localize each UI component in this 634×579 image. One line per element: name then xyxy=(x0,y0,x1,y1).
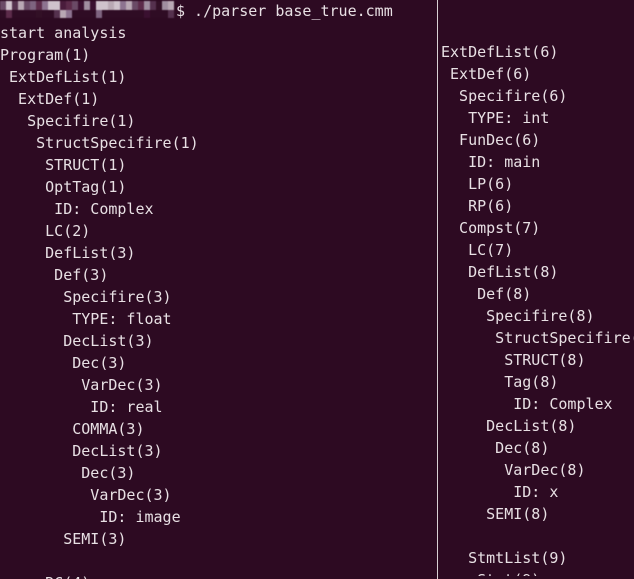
shell-prompt-row: $ ./parser base_true.cmm xyxy=(0,0,437,22)
output-line: ExtDef(1) xyxy=(0,90,100,108)
output-line: Tag(8) xyxy=(441,373,559,391)
output-line: Specifire(3) xyxy=(0,288,172,306)
output-line: Program(1) xyxy=(0,46,91,64)
output-line: DecList(3) xyxy=(0,332,154,350)
shell-command-text: $ ./parser base_true.cmm xyxy=(176,2,393,20)
output-line: Def(3) xyxy=(0,266,109,284)
output-line: Dec(3) xyxy=(0,464,136,482)
output-line: ID: real xyxy=(0,398,163,416)
terminal-left-pane[interactable]: $ ./parser base_true.cmm start analysis P… xyxy=(0,0,437,579)
terminal-right-pane[interactable]: ExtDefList(6) ExtDef(6) Specifire(6) TYP… xyxy=(441,0,634,576)
terminal-window[interactable]: $ ./parser base_true.cmm start analysis P… xyxy=(0,0,634,579)
output-line: LP(6) xyxy=(441,175,514,193)
output-line: VarDec(3) xyxy=(0,376,163,394)
output-line: ExtDefList(6) xyxy=(441,43,559,61)
output-line: ID: x xyxy=(441,483,559,501)
output-line: StmtList(9) xyxy=(441,549,568,567)
redacted-prompt-mosaic xyxy=(0,1,176,18)
output-line: Dec(3) xyxy=(0,354,127,372)
output-line: Def(8) xyxy=(441,285,532,303)
output-line: RP(6) xyxy=(441,197,514,215)
output-line: STRUCT(1) xyxy=(0,156,127,174)
output-line: DecList(3) xyxy=(0,442,163,460)
output-line: SEMI(3) xyxy=(0,530,127,548)
output-line: Dec(8) xyxy=(441,439,550,457)
output-line: ID: main xyxy=(441,153,541,171)
output-line: RC(4) xyxy=(0,572,199,579)
output-line: COMMA(3) xyxy=(0,420,145,438)
output-line: TYPE: float xyxy=(0,310,172,328)
output-line: Stmt(9) xyxy=(441,569,634,576)
output-line: Specifire(1) xyxy=(0,112,136,130)
output-line: DefList(8) xyxy=(441,263,559,281)
output-line: StructSpecifire(8) xyxy=(495,329,634,347)
output-line: LC(2) xyxy=(0,222,91,240)
output-line: Compst(7) xyxy=(441,219,541,237)
output-line: DefList(3) xyxy=(0,244,136,262)
output-line: VarDec(8) xyxy=(441,461,586,479)
parser-output-left: start analysis Program(1) ExtDefList(1) E… xyxy=(0,22,199,579)
output-line: Specifire(8) xyxy=(441,307,595,325)
pane-divider xyxy=(437,0,438,579)
output-line: ExtDef(6) xyxy=(441,65,532,83)
output-line: ExtDefList(1) xyxy=(0,68,127,86)
output-line: TYPE: int xyxy=(441,109,550,127)
output-line: start analysis xyxy=(0,24,127,42)
output-line: ID: Complex xyxy=(0,200,154,218)
output-line: DecList(8) xyxy=(441,417,577,435)
output-line: STRUCT(8) xyxy=(441,351,586,369)
parser-output-right: ExtDefList(6) ExtDef(6) Specifire(6) TYP… xyxy=(441,41,634,576)
output-line: ID: Complex xyxy=(441,395,613,413)
output-line: LC(7) xyxy=(441,241,514,259)
output-line: VarDec(3) xyxy=(0,486,172,504)
output-line: ID: image xyxy=(0,508,181,526)
output-line: Specifire(6) xyxy=(441,87,568,105)
output-line: StructSpecifire(1) xyxy=(0,134,199,152)
output-line: OptTag(1) xyxy=(0,178,127,196)
output-line: FunDec(6) xyxy=(441,131,541,149)
output-line: SEMI(8) xyxy=(441,505,550,523)
